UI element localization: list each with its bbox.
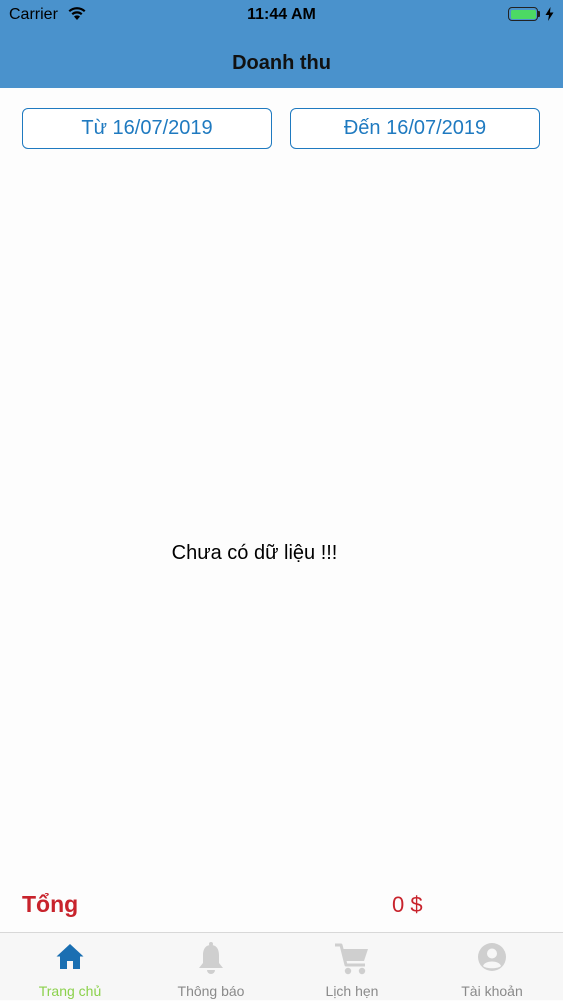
navigation-bar: Doanh thu [0, 30, 563, 88]
tab-appointments[interactable]: Lịch hẹn [282, 933, 422, 1001]
tab-notifications[interactable]: Thông báo [141, 933, 281, 1001]
status-time: 11:44 AM [247, 6, 316, 23]
tab-account-label: Tài khoản [461, 983, 523, 999]
account-icon [422, 941, 562, 977]
tab-account[interactable]: Tài khoản [422, 933, 562, 1001]
battery-tip [538, 11, 540, 17]
total-value: 0 $ [392, 892, 423, 917]
empty-state-message: Chưa có dữ liệu !!! [171, 542, 338, 564]
tab-bar: Trang chủ Thông báo Lịch hẹn Tài khoản [0, 932, 563, 1000]
bell-icon [141, 941, 281, 977]
cart-icon [282, 941, 422, 977]
tab-home-label: Trang chủ [38, 983, 102, 999]
tab-home[interactable]: Trang chủ [0, 933, 140, 1001]
status-bar: Carrier 11:44 AM [0, 0, 563, 30]
battery-icon [508, 7, 538, 21]
date-to-button[interactable]: Đến 16/07/2019 [290, 108, 540, 149]
page-title: Doanh thu [232, 52, 331, 74]
date-from-button[interactable]: Từ 16/07/2019 [22, 108, 272, 149]
charging-icon [545, 7, 554, 26]
total-label: Tổng [22, 891, 79, 917]
tab-notifications-label: Thông báo [177, 983, 245, 999]
home-icon [0, 941, 140, 977]
tab-appointments-label: Lịch hẹn [325, 983, 379, 999]
